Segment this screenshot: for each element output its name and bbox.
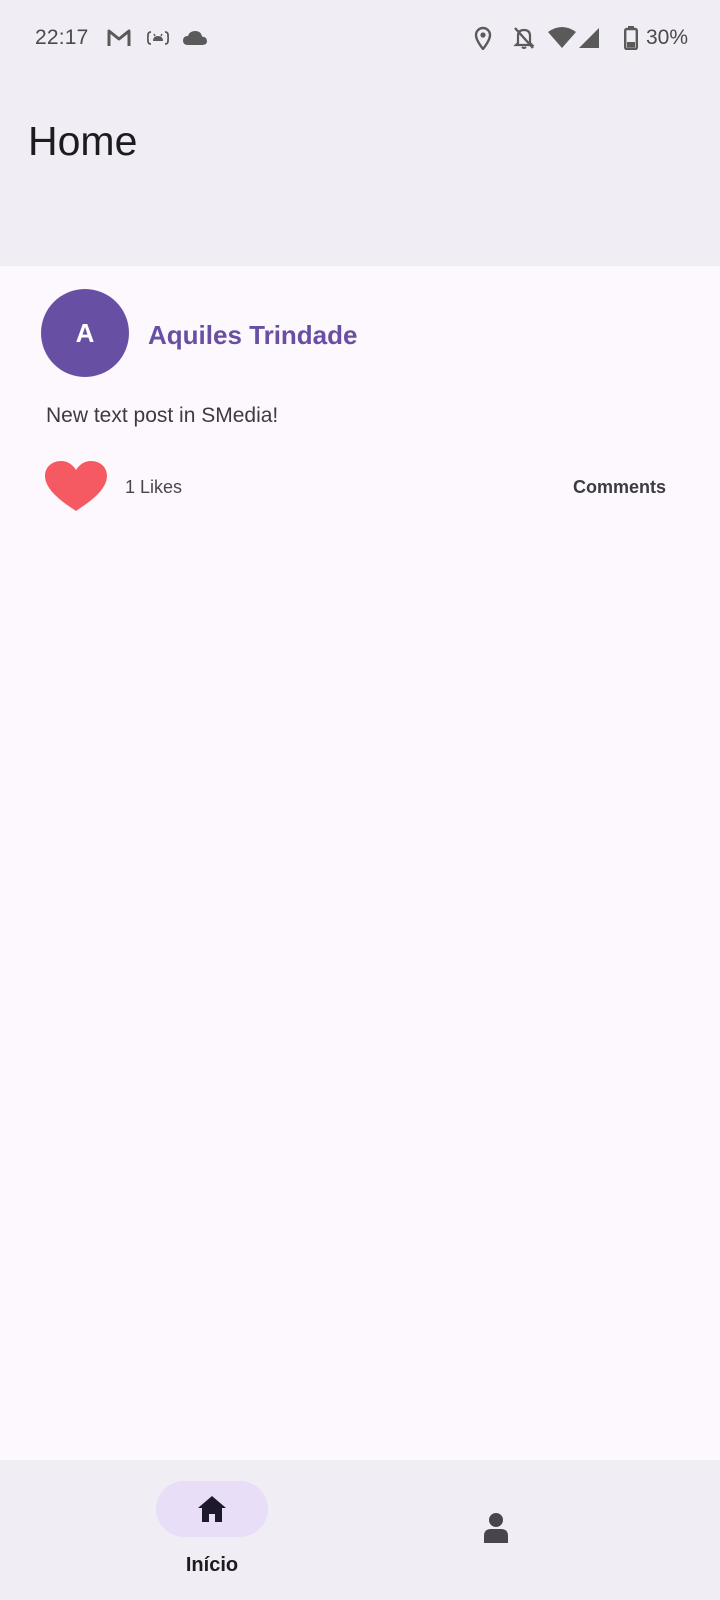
android-debug-icon: [146, 24, 170, 52]
wifi-icon: [548, 24, 576, 52]
cloud-icon: [182, 24, 208, 52]
nav-item-profile[interactable]: [360, 1460, 720, 1600]
top-app-bar: [0, 78, 720, 266]
battery-icon: [624, 24, 638, 52]
page-title: Home: [28, 118, 138, 164]
status-time: 22:17: [35, 26, 89, 49]
location-icon: [472, 24, 494, 52]
heart-icon: [45, 461, 107, 511]
battery-percent: 30%: [646, 26, 689, 49]
post-text: New text post in SMedia!: [46, 404, 279, 427]
avatar[interactable]: A: [41, 289, 129, 377]
signal-icon: [577, 24, 601, 52]
notifications-off-icon: [512, 24, 536, 52]
post-card: A Aquiles Trindade New text post in SMed…: [0, 266, 720, 526]
comments-button[interactable]: Comments: [573, 477, 666, 498]
bottom-navigation: Início: [0, 1460, 720, 1600]
gmail-icon: [106, 24, 132, 52]
home-icon: [198, 1496, 226, 1522]
person-icon: [480, 1510, 512, 1546]
like-button[interactable]: [44, 458, 108, 516]
status-bar: 22:17 30%: [0, 0, 720, 78]
post-author-name[interactable]: Aquiles Trindade: [148, 320, 358, 351]
nav-active-indicator: [156, 1481, 268, 1537]
likes-count: 1 Likes: [125, 477, 183, 497]
nav-item-home[interactable]: Início: [0, 1460, 360, 1600]
